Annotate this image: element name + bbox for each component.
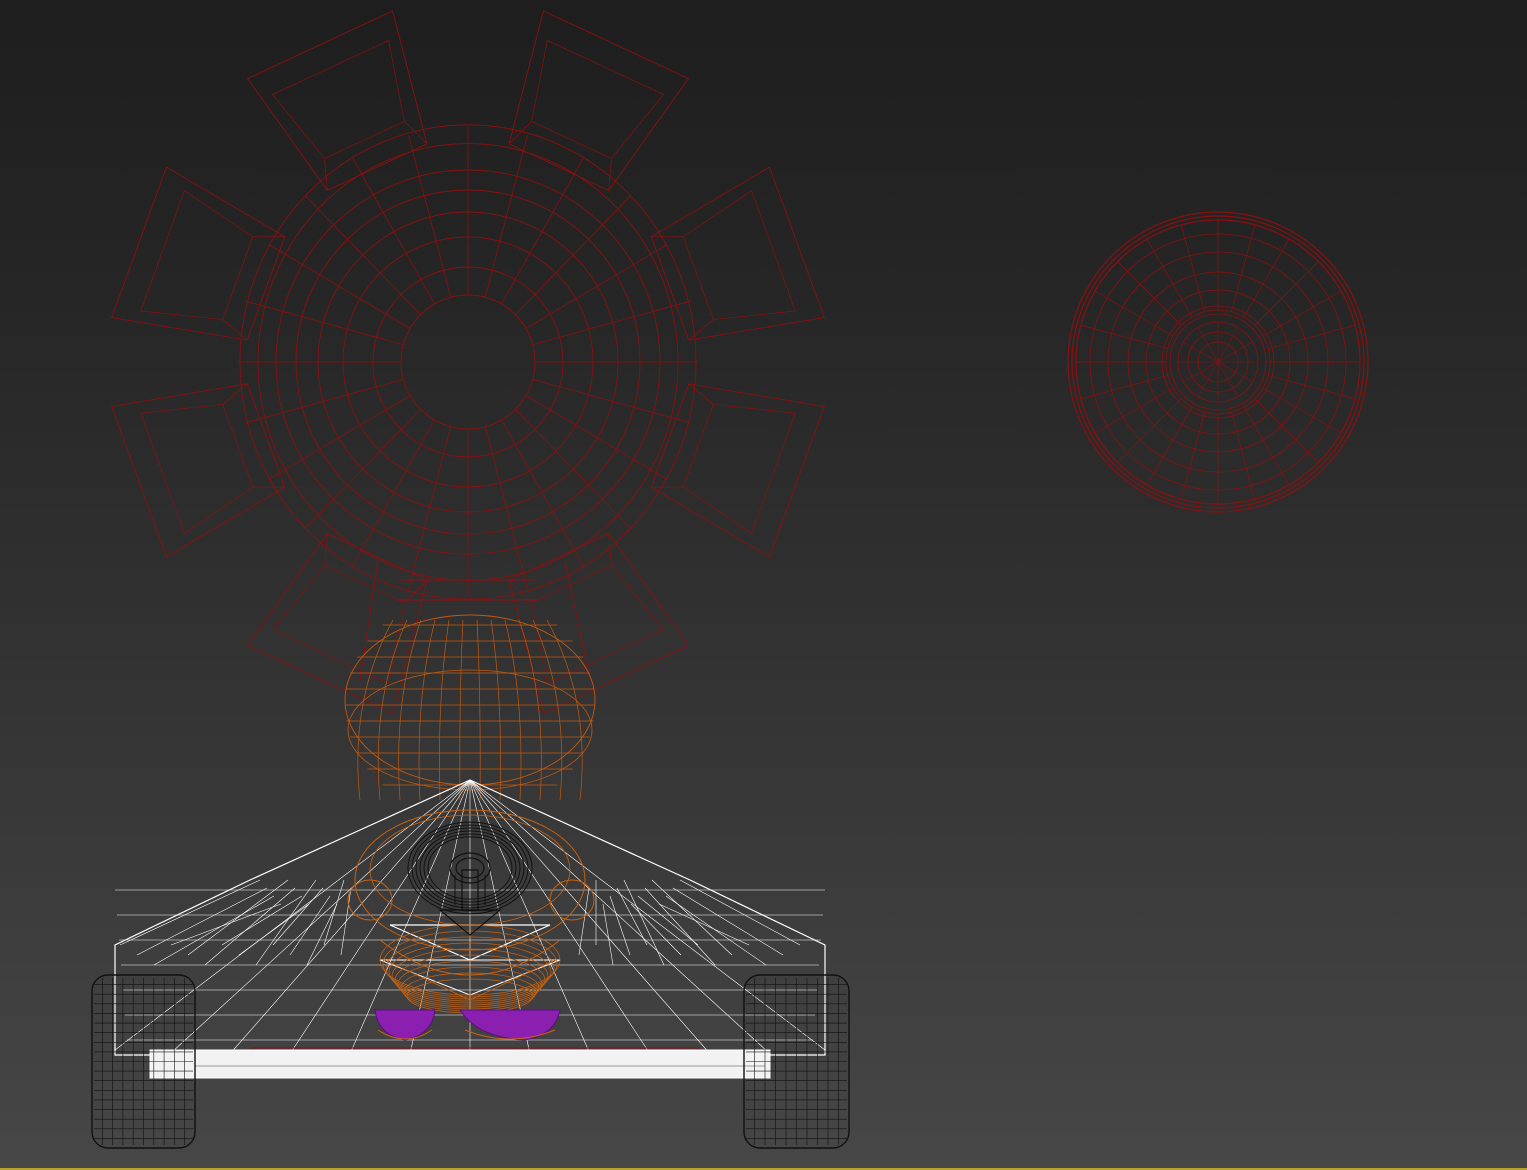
helmet-wireframe[interactable] bbox=[111, 10, 825, 714]
character-body-wireframe[interactable] bbox=[347, 809, 595, 1014]
perspective-viewport[interactable] bbox=[0, 0, 1527, 1170]
character-head-wireframe[interactable] bbox=[344, 614, 596, 801]
scene-canvas[interactable] bbox=[0, 0, 1527, 1170]
character-feet-wireframe[interactable] bbox=[374, 1009, 561, 1041]
wheel-wireframe[interactable] bbox=[1067, 211, 1369, 513]
right-tire-wireframe[interactable] bbox=[743, 974, 850, 1149]
